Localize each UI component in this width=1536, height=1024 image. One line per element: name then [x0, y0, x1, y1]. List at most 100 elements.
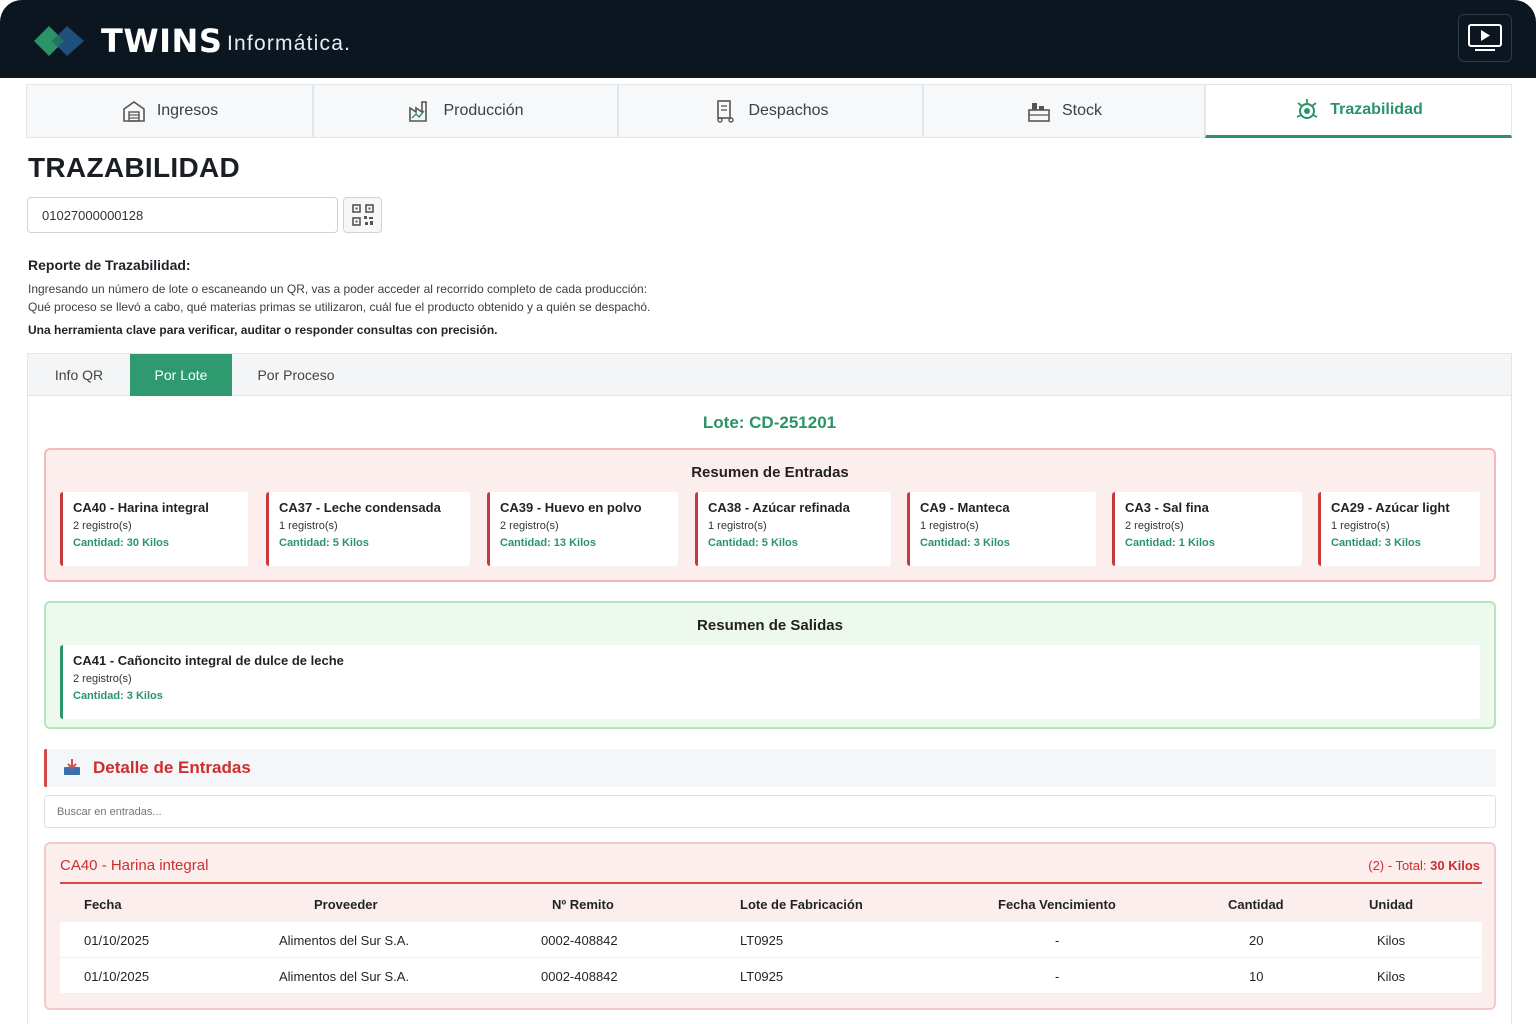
card-cantidad: Cantidad: 3 Kilos	[1331, 537, 1421, 549]
twins-logo-icon	[34, 26, 84, 56]
tab-produccion[interactable]: Producción	[313, 84, 618, 138]
traceability-icon	[1296, 99, 1318, 119]
salidas-summary-title: Resumen de Salidas	[697, 617, 843, 634]
cell-lote-fabricacion: LT0925	[740, 932, 784, 948]
cell-proveedor: Alimentos del Sur S.A.	[279, 932, 410, 948]
report-description-line-2: Qué proceso se llevó a cabo, qué materia…	[28, 300, 651, 314]
detalle-entradas-title: Detalle de Entradas	[93, 758, 251, 777]
entrada-group: CA40 - Harina integral (2) - Total: 30 K…	[44, 842, 1496, 1010]
app-header: TWINS Informática.	[0, 0, 1536, 78]
card-name: CA39 - Huevo en polvo	[500, 500, 642, 515]
entradas-table: Fecha Proveeder Nº Remito Lote de Fabric…	[60, 886, 1482, 994]
salida-card[interactable]: CA41 - Cañoncito integral de dulce de le…	[60, 645, 1480, 719]
card-name: CA3 - Sal fina	[1125, 500, 1209, 515]
card-cantidad: Cantidad: 30 Kilos	[73, 537, 169, 549]
card-name: CA37 - Leche condensada	[279, 500, 441, 515]
card-cantidad: Cantidad: 13 Kilos	[500, 537, 596, 549]
detalle-entradas-header[interactable]: Detalle de Entradas	[44, 749, 1496, 787]
report-title: Reporte de Trazabilidad:	[28, 257, 191, 273]
tab-label: Stock	[1061, 102, 1102, 119]
card-registros: 1 registro(s)	[708, 520, 767, 532]
lote-label: Lote: CD-251201	[702, 413, 837, 432]
tab-ingresos[interactable]: Ingresos	[26, 84, 313, 138]
cell-remito: 0002-408842	[541, 968, 618, 984]
card-name: CA40 - Harina integral	[73, 500, 209, 515]
brand-name: TWINS	[101, 22, 223, 60]
group-total: (2) - Total: 30 Kilos	[1368, 858, 1480, 873]
report-highlight: Una herramienta clave para verificar, au…	[28, 323, 498, 337]
card-cantidad: Cantidad: 5 Kilos	[708, 537, 798, 549]
card-cantidad: Cantidad: 3 Kilos	[73, 690, 163, 702]
group-count: (2) - Total:	[1368, 858, 1431, 873]
group-name: CA40 - Harina integral	[60, 857, 209, 874]
card-registros: 1 registro(s)	[279, 520, 338, 532]
tab-label: Ingresos	[156, 102, 219, 119]
card-name: CA29 - Azúcar light	[1331, 500, 1450, 515]
cell-fecha-vencimiento: -	[1055, 968, 1060, 984]
card-name: CA38 - Azúcar refinada	[708, 500, 850, 515]
entrada-card[interactable]: CA3 - Sal fina 2 registro(s) Cantidad: 1…	[1112, 492, 1302, 566]
group-total-value: 30 Kilos	[1430, 858, 1480, 873]
tab-info-qr[interactable]: Info QR	[28, 354, 130, 396]
cell-lote-fabricacion: LT0925	[740, 968, 784, 984]
warehouse-icon	[123, 101, 145, 122]
salidas-summary: Resumen de Salidas CA41 - Cañoncito inte…	[44, 601, 1496, 729]
table-header: Fecha Proveeder Nº Remito Lote de Fabric…	[60, 886, 1482, 922]
dispatch-icon	[717, 100, 735, 123]
card-registros: 2 registro(s)	[73, 520, 132, 532]
tab-trazabilidad[interactable]: Trazabilidad	[1205, 84, 1512, 138]
table-row[interactable]: 01/10/2025 Alimentos del Sur S.A. 0002-4…	[60, 958, 1482, 994]
entrada-card[interactable]: CA38 - Azúcar refinada 1 registro(s) Can…	[695, 492, 891, 566]
cell-remito: 0002-408842	[541, 932, 618, 948]
tab-label: Despachos	[748, 102, 829, 119]
col-cantidad: Cantidad	[1228, 896, 1284, 912]
cell-unidad: Kilos	[1377, 932, 1406, 948]
inbox-download-icon	[64, 759, 80, 775]
qr-code-icon	[351, 204, 374, 226]
page-title: TRAZABILIDAD	[28, 152, 241, 183]
entradas-summary-title: Resumen de Entradas	[691, 464, 849, 481]
stock-icon	[1028, 103, 1050, 122]
traceability-panel: Info QR Por Lote Por Proceso Lote: CD-25…	[27, 353, 1512, 1024]
tab-stock[interactable]: Stock	[923, 84, 1205, 138]
entrada-card[interactable]: CA9 - Manteca 1 registro(s) Cantidad: 3 …	[907, 492, 1096, 566]
col-fecha: Fecha	[84, 896, 122, 912]
play-screen-icon	[1468, 24, 1502, 51]
cell-fecha-vencimiento: -	[1055, 932, 1060, 948]
card-registros: 1 registro(s)	[920, 520, 979, 532]
scan-qr-button[interactable]	[343, 197, 382, 233]
entrada-card[interactable]: CA39 - Huevo en polvo 2 registro(s) Cant…	[487, 492, 678, 566]
group-divider	[60, 882, 1482, 884]
entrada-card[interactable]: CA37 - Leche condensada 1 registro(s) Ca…	[266, 492, 470, 566]
tab-por-proceso[interactable]: Por Proceso	[232, 354, 360, 396]
card-name: CA41 - Cañoncito integral de dulce de le…	[73, 653, 344, 668]
cell-proveedor: Alimentos del Sur S.A.	[279, 968, 410, 984]
report-description-line-1: Ingresando un número de lote o escaneand…	[28, 282, 648, 296]
video-tutorial-button[interactable]	[1458, 14, 1512, 62]
entrada-card[interactable]: CA40 - Harina integral 2 registro(s) Can…	[60, 492, 248, 566]
view-tabs: Info QR Por Lote Por Proceso	[28, 354, 1511, 396]
col-unidad: Unidad	[1369, 896, 1414, 912]
lote-input[interactable]	[27, 197, 338, 233]
cell-fecha: 01/10/2025	[84, 932, 150, 948]
table-row[interactable]: 01/10/2025 Alimentos del Sur S.A. 0002-4…	[60, 922, 1482, 958]
card-registros: 1 registro(s)	[1331, 520, 1390, 532]
module-tabs: Ingresos Producción Despachos Stock Traz…	[26, 84, 1512, 138]
card-registros: 2 registro(s)	[1125, 520, 1184, 532]
tab-label: Trazabilidad	[1330, 101, 1423, 118]
tab-label: Producción	[443, 102, 524, 119]
cell-cantidad: 10	[1249, 968, 1264, 984]
card-name: CA9 - Manteca	[920, 500, 1010, 515]
col-remito: Nº Remito	[552, 896, 614, 912]
search-entradas-input[interactable]	[44, 795, 1496, 828]
card-registros: 2 registro(s)	[73, 673, 132, 685]
tab-por-lote[interactable]: Por Lote	[130, 354, 232, 396]
entradas-summary: Resumen de Entradas CA40 - Harina integr…	[44, 448, 1496, 582]
factory-icon	[409, 101, 428, 122]
card-cantidad: Cantidad: 5 Kilos	[279, 537, 369, 549]
entrada-card[interactable]: CA29 - Azúcar light 1 registro(s) Cantid…	[1318, 492, 1480, 566]
card-cantidad: Cantidad: 3 Kilos	[920, 537, 1010, 549]
tab-despachos[interactable]: Despachos	[618, 84, 923, 138]
cell-fecha: 01/10/2025	[84, 968, 150, 984]
col-lote-fabricacion: Lote de Fabricación	[740, 896, 863, 912]
